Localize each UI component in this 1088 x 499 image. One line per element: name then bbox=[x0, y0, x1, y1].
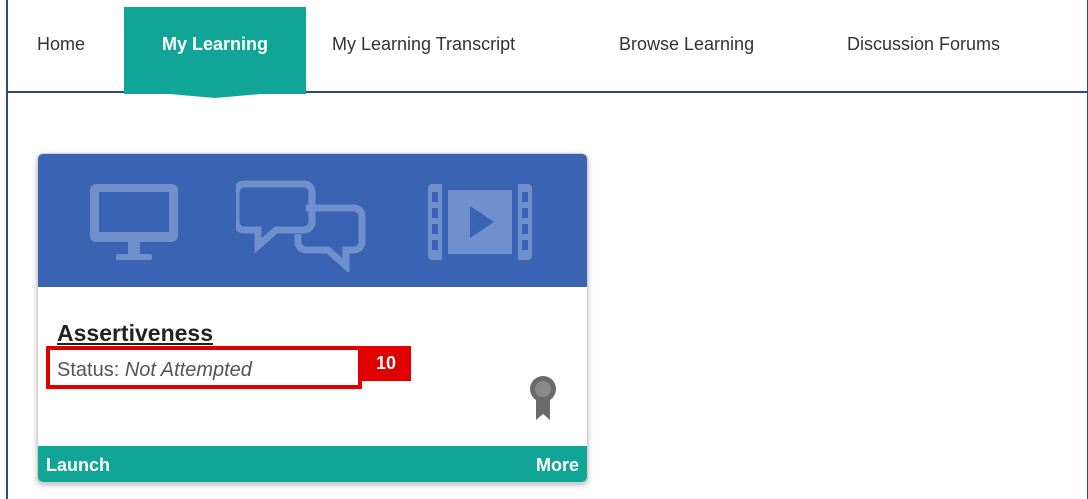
top-navigation: Home My Learning My Learning Transcript … bbox=[8, 0, 1088, 98]
nav-discussion-forums[interactable]: Discussion Forums bbox=[847, 34, 1000, 55]
course-title[interactable]: Assertiveness bbox=[57, 320, 213, 347]
nav-my-learning-transcript[interactable]: My Learning Transcript bbox=[332, 34, 515, 55]
more-button[interactable]: More bbox=[536, 455, 579, 476]
nav-browse-learning[interactable]: Browse Learning bbox=[619, 34, 754, 55]
video-film-icon bbox=[428, 184, 532, 260]
course-card: Assertiveness Status: Not Attempted Laun… bbox=[37, 153, 588, 483]
course-card-banner[interactable] bbox=[38, 154, 587, 287]
nav-home[interactable]: Home bbox=[37, 34, 85, 55]
chat-bubbles-icon bbox=[236, 180, 366, 272]
launch-button[interactable]: Launch bbox=[46, 455, 110, 476]
award-ribbon-icon bbox=[530, 376, 556, 420]
annotation-highlight-box bbox=[46, 346, 362, 389]
nav-my-learning[interactable]: My Learning bbox=[124, 7, 306, 98]
monitor-icon bbox=[90, 184, 178, 260]
course-card-footer: Launch More bbox=[38, 446, 587, 482]
annotation-tag: 10 bbox=[361, 346, 411, 381]
